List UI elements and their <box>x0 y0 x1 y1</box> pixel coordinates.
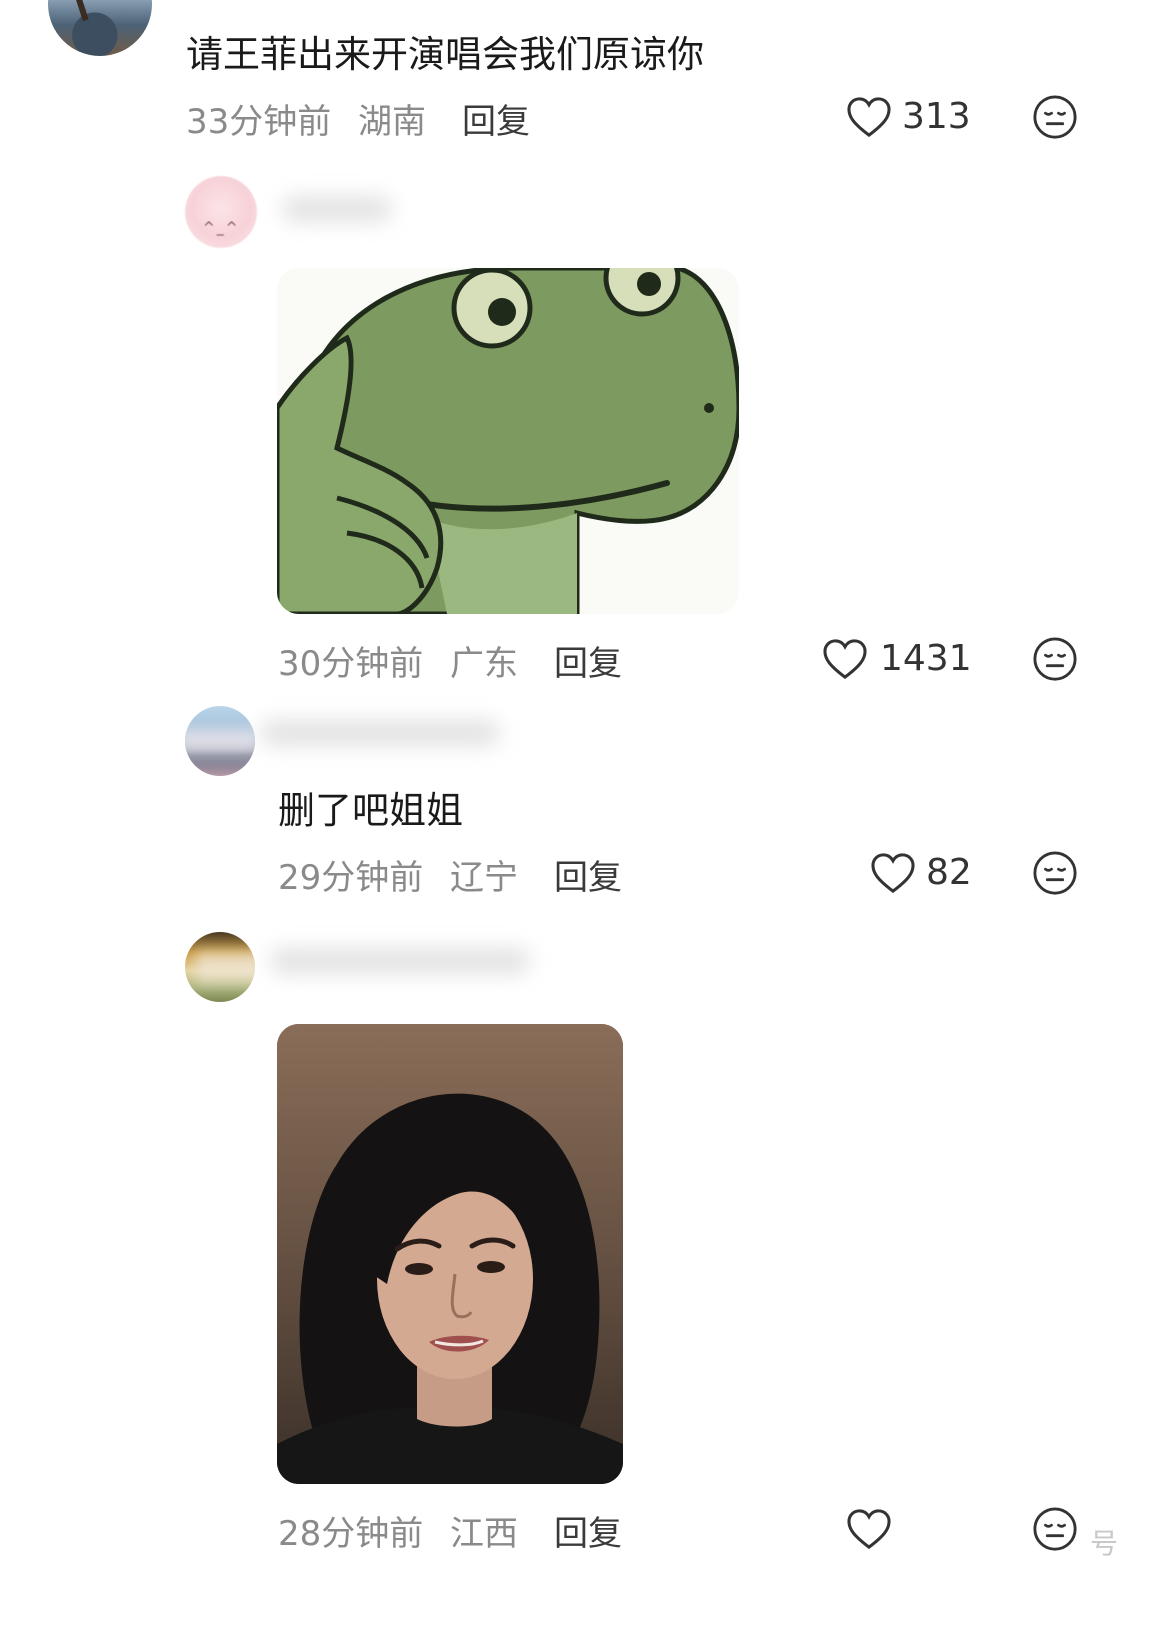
like-count: 313 <box>902 96 971 137</box>
reply-button[interactable]: 回复 <box>554 636 622 685</box>
user-avatar[interactable]: ^_^ <box>185 176 257 248</box>
comment-time: 33分钟前 <box>186 102 332 142</box>
watermark: 号 <box>1090 1527 1119 1560</box>
dislike-face-icon[interactable] <box>1032 636 1078 682</box>
frog-sticker-image[interactable] <box>277 268 739 614</box>
like-count: 1431 <box>880 638 972 679</box>
user-avatar[interactable] <box>48 0 152 56</box>
blurred-username <box>260 720 500 746</box>
comment-time: 28分钟前 <box>278 1514 424 1554</box>
comment-location: 辽宁 <box>450 858 518 898</box>
reply-button[interactable]: 回复 <box>554 1506 622 1555</box>
like-heart-icon[interactable] <box>870 852 916 894</box>
reply-button[interactable]: 回复 <box>554 850 622 899</box>
blurred-username <box>282 196 392 222</box>
like-count: 82 <box>926 852 972 893</box>
dislike-face-icon[interactable] <box>1032 850 1078 896</box>
like-heart-icon[interactable] <box>822 638 868 680</box>
comment-location: 江西 <box>450 1514 518 1554</box>
comment-location: 广东 <box>450 644 518 684</box>
blurred-username <box>270 948 530 974</box>
like-heart-icon[interactable] <box>846 96 892 138</box>
comment-text: 请王菲出来开演唱会我们原谅你 <box>186 33 704 76</box>
dislike-face-icon[interactable] <box>1032 94 1078 140</box>
comment-time: 29分钟前 <box>278 858 424 898</box>
like-heart-icon[interactable] <box>846 1508 892 1550</box>
comment-time: 30分钟前 <box>278 644 424 684</box>
woman-portrait-image[interactable] <box>277 1024 623 1484</box>
user-avatar[interactable] <box>185 706 255 776</box>
comment-location: 湖南 <box>358 102 426 142</box>
reply-button[interactable]: 回复 <box>462 94 530 143</box>
user-avatar[interactable] <box>185 932 255 1002</box>
comment-text: 删了吧姐姐 <box>278 789 463 832</box>
dislike-face-icon[interactable] <box>1032 1506 1078 1552</box>
